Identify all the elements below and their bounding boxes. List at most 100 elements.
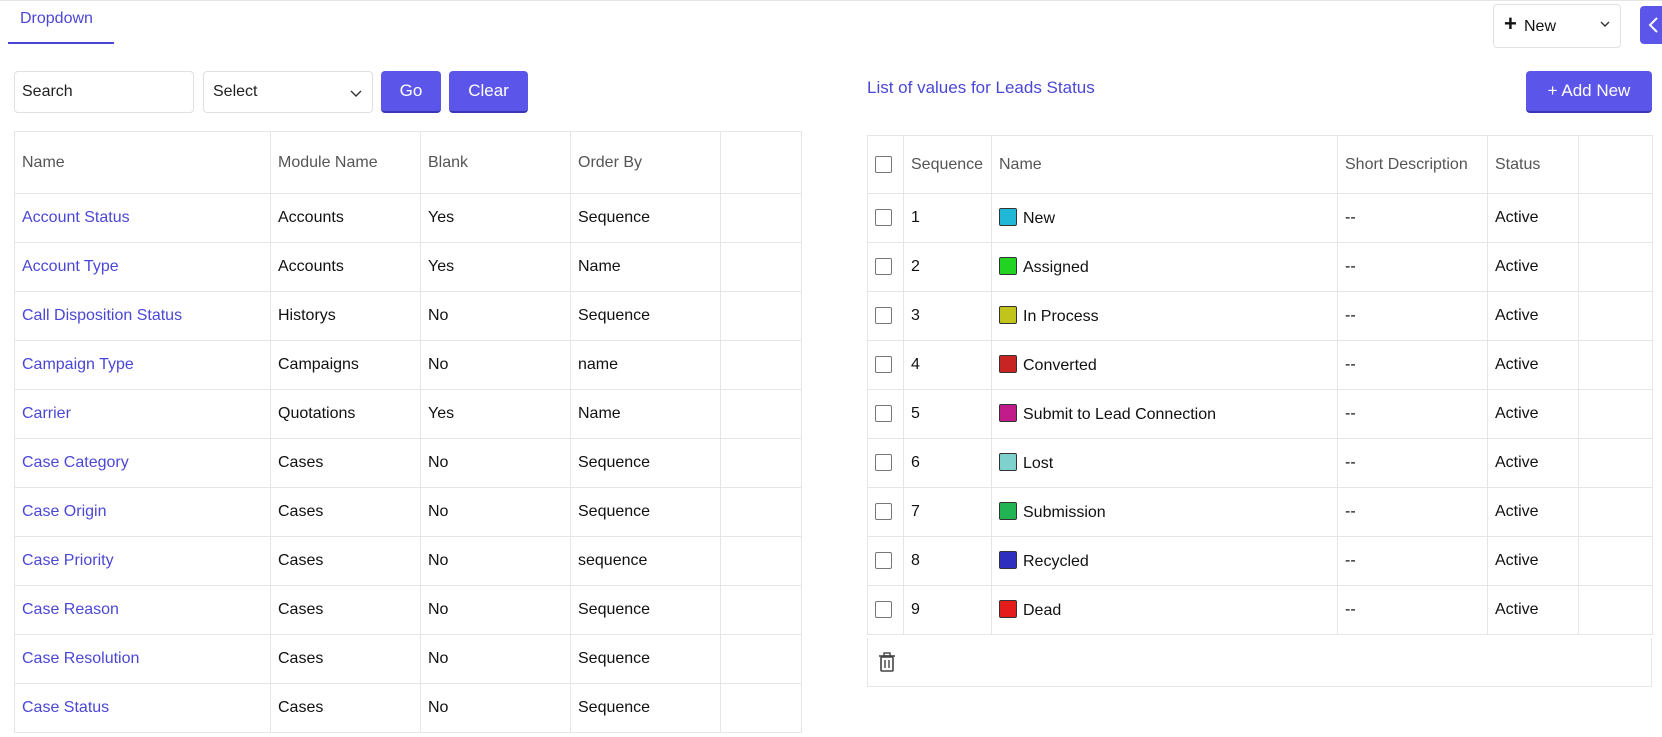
row-checkbox-cell xyxy=(867,193,904,243)
row-checkbox[interactable] xyxy=(875,601,892,619)
module-name-cell: Accounts xyxy=(270,193,421,243)
table-row[interactable]: 3 In Process -- Active xyxy=(867,291,1653,341)
trash-icon[interactable] xyxy=(878,652,896,672)
short-description-cell: -- xyxy=(1337,242,1488,292)
table-row[interactable]: Carrier Quotations Yes Name xyxy=(14,389,802,439)
actions-cell xyxy=(1578,585,1653,635)
tab-dropdown[interactable]: Dropdown xyxy=(8,0,114,44)
table-row[interactable]: Case Category Cases No Sequence xyxy=(14,438,802,488)
table-row[interactable]: 6 Lost -- Active xyxy=(867,438,1653,488)
sequence-cell: 1 xyxy=(903,193,992,243)
dropdown-name-link[interactable]: Case Priority xyxy=(14,536,271,586)
actions-cell xyxy=(720,291,802,341)
column-header-name[interactable]: Name xyxy=(14,131,271,194)
add-new-button[interactable]: + Add New xyxy=(1526,71,1652,113)
blank-cell: No xyxy=(420,438,571,488)
new-dropdown[interactable]: + New xyxy=(1493,4,1621,48)
module-select[interactable]: Select xyxy=(203,71,373,113)
status-cell: Active xyxy=(1487,487,1579,537)
table-row[interactable]: Case Priority Cases No sequence xyxy=(14,536,802,586)
table-row[interactable]: 2 Assigned -- Active xyxy=(867,242,1653,292)
row-checkbox[interactable] xyxy=(875,552,892,570)
table-row[interactable]: 8 Recycled -- Active xyxy=(867,536,1653,586)
dropdown-name-link[interactable]: Account Type xyxy=(14,242,271,292)
order-by-cell: Sequence xyxy=(570,291,721,341)
active-tab-underline xyxy=(8,42,114,44)
column-header-order-by[interactable]: Order By xyxy=(570,131,721,194)
sequence-cell: 2 xyxy=(903,242,992,292)
row-checkbox[interactable] xyxy=(875,209,892,227)
search-input[interactable] xyxy=(14,71,194,113)
table-header-row: Name Module Name Blank Order By xyxy=(14,131,802,194)
table-row[interactable]: Case Reason Cases No Sequence xyxy=(14,585,802,635)
select-all-checkbox-cell xyxy=(867,135,904,194)
dropdown-name-link[interactable]: Carrier xyxy=(14,389,271,439)
table-row[interactable]: 1 New -- Active xyxy=(867,193,1653,243)
row-checkbox[interactable] xyxy=(875,405,892,423)
color-swatch xyxy=(999,551,1017,569)
dropdown-name-link[interactable]: Case Resolution xyxy=(14,634,271,684)
row-checkbox[interactable] xyxy=(875,356,892,374)
table-row[interactable]: 9 Dead -- Active xyxy=(867,585,1653,635)
table-row[interactable]: Case Resolution Cases No Sequence xyxy=(14,634,802,684)
sequence-cell: 4 xyxy=(903,340,992,390)
blank-cell: No xyxy=(420,634,571,684)
sequence-cell: 8 xyxy=(903,536,992,586)
dropdown-name-link[interactable]: Case Reason xyxy=(14,585,271,635)
dropdown-name-link[interactable]: Account Status xyxy=(14,193,271,243)
module-name-cell: Cases xyxy=(270,634,421,684)
column-header-module-name[interactable]: Module Name xyxy=(270,131,421,194)
row-checkbox[interactable] xyxy=(875,258,892,276)
row-checkbox[interactable] xyxy=(875,503,892,521)
module-name-cell: Cases xyxy=(270,536,421,586)
dropdown-name-link[interactable]: Campaign Type xyxy=(14,340,271,390)
dropdown-name-link[interactable]: Case Origin xyxy=(14,487,271,537)
order-by-cell: Sequence xyxy=(570,438,721,488)
order-by-cell: Sequence xyxy=(570,487,721,537)
chevron-left-icon xyxy=(1648,17,1658,33)
blank-cell: Yes xyxy=(420,242,571,292)
table-row[interactable]: Case Origin Cases No Sequence xyxy=(14,487,802,537)
blank-cell: Yes xyxy=(420,193,571,243)
select-all-checkbox[interactable] xyxy=(875,155,892,173)
table-row[interactable]: 4 Converted -- Active xyxy=(867,340,1653,390)
column-header-short-description[interactable]: Short Description xyxy=(1337,135,1488,194)
go-button[interactable]: Go xyxy=(381,71,441,113)
actions-cell xyxy=(1578,536,1653,586)
clear-button[interactable]: Clear xyxy=(449,71,528,113)
actions-cell xyxy=(720,536,802,586)
table-row[interactable]: Campaign Type Campaigns No name xyxy=(14,340,802,390)
table-row[interactable]: Account Type Accounts Yes Name xyxy=(14,242,802,292)
dropdown-name-link[interactable]: Case Status xyxy=(14,683,271,733)
row-checkbox[interactable] xyxy=(875,307,892,325)
column-header-sequence[interactable]: Sequence xyxy=(903,135,992,194)
table-row[interactable]: Case Status Cases No Sequence xyxy=(14,683,802,733)
top-divider xyxy=(0,0,1662,1)
actions-cell xyxy=(1578,242,1653,292)
column-header-blank[interactable]: Blank xyxy=(420,131,571,194)
dropdown-name-link[interactable]: Case Category xyxy=(14,438,271,488)
short-description-cell: -- xyxy=(1337,193,1488,243)
short-description-cell: -- xyxy=(1337,291,1488,341)
order-by-cell: Sequence xyxy=(570,683,721,733)
value-name: New xyxy=(1023,210,1056,227)
module-name-cell: Cases xyxy=(270,487,421,537)
actions-cell xyxy=(720,634,802,684)
dropdown-name-link[interactable]: Call Disposition Status xyxy=(14,291,271,341)
column-header-name[interactable]: Name xyxy=(991,135,1338,194)
table-row[interactable]: 5 Submit to Lead Connection -- Active xyxy=(867,389,1653,439)
table-row[interactable]: Account Status Accounts Yes Sequence xyxy=(14,193,802,243)
module-name-cell: Cases xyxy=(270,683,421,733)
row-checkbox[interactable] xyxy=(875,454,892,472)
actions-cell xyxy=(1578,340,1653,390)
actions-cell xyxy=(1578,487,1653,537)
sequence-cell: 6 xyxy=(903,438,992,488)
table-row[interactable]: 7 Submission -- Active xyxy=(867,487,1653,537)
short-description-cell: -- xyxy=(1337,389,1488,439)
collapse-panel-button[interactable] xyxy=(1640,6,1662,44)
table-row[interactable]: Call Disposition Status Historys No Sequenc… xyxy=(14,291,802,341)
values-table-footer xyxy=(867,638,1652,687)
value-name: Converted xyxy=(1023,357,1097,374)
column-header-status[interactable]: Status xyxy=(1487,135,1579,194)
value-name-cell: Lost xyxy=(991,438,1338,488)
